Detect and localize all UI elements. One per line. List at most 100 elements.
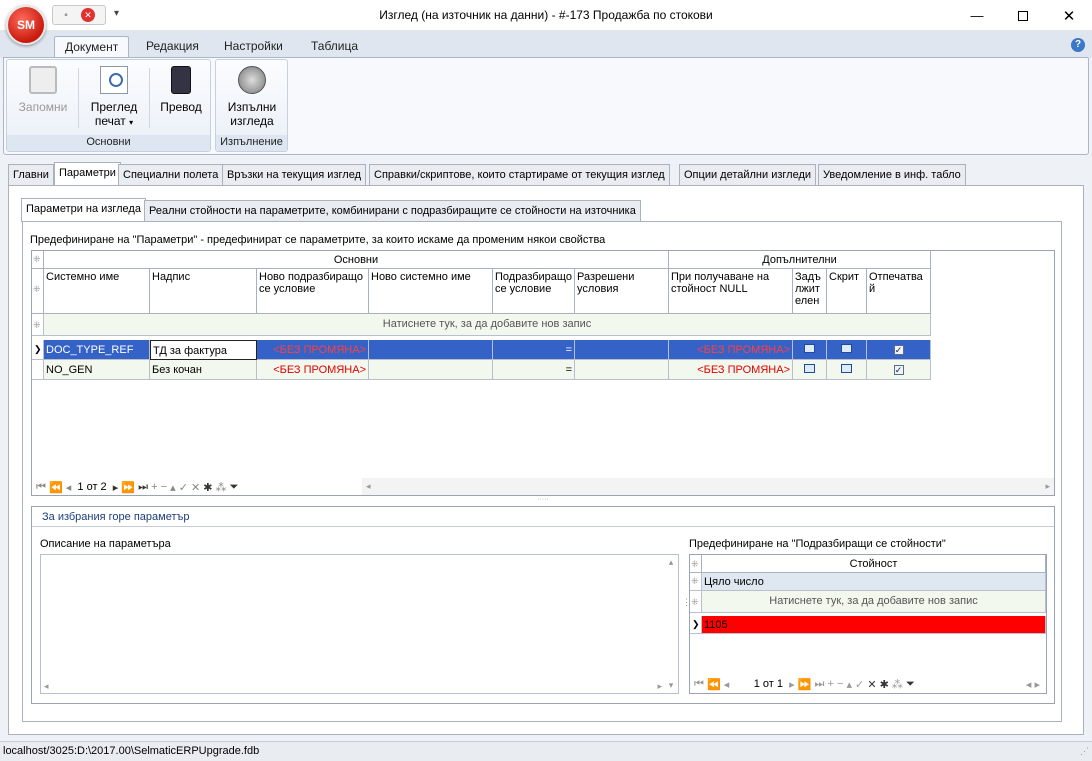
hidden-toggle[interactable] <box>827 360 867 380</box>
tab-special-fields[interactable]: Специални полета <box>118 164 224 185</box>
tab-reports-scripts[interactable]: Справки/скриптове, които стартираме от т… <box>369 164 670 185</box>
nav-filter-icon[interactable]: ⏷ <box>230 481 239 494</box>
maximize-icon[interactable] <box>1000 0 1046 31</box>
description-textarea[interactable]: ▴ ▾ ◂ ▸ <box>40 554 679 694</box>
splitter-grip[interactable]: ····· <box>533 496 553 503</box>
nav-refresh-icon[interactable]: ✱ <box>880 678 889 691</box>
table-cell[interactable]: DOC_TYPE_REF <box>44 340 150 360</box>
grid-navigator[interactable]: ⏮ ⏪ ◂ 1 от 2 ▸ ⏩ ⏭ + − ▴ ✓ ✕ ✱ ⁂ ⏷ <box>32 478 362 496</box>
col-new-system-name[interactable]: Ново системно име <box>369 269 493 314</box>
nav-cancel-icon[interactable]: ✕ <box>867 678 876 691</box>
table-cell[interactable]: = <box>493 360 575 380</box>
nav-delete-icon[interactable]: − <box>161 481 167 493</box>
required-toggle[interactable] <box>793 360 827 380</box>
printed-checkbox[interactable]: ✓ <box>867 360 931 380</box>
col-system-name[interactable]: Системно име <box>44 269 150 314</box>
nav-add-icon[interactable]: + <box>827 678 833 690</box>
group-row[interactable]: Цяло число <box>702 573 1046 591</box>
subtab-real-values[interactable]: Реални стойности на параметрите, комбини… <box>144 200 641 221</box>
nav-prev-page-icon[interactable]: ⏪ <box>49 481 63 494</box>
col-value[interactable]: Стойност <box>702 555 1046 573</box>
scroll-up-icon[interactable]: ▴ <box>664 555 678 568</box>
values-hscroll-arrows[interactable]: ◂ ▸ <box>1026 678 1040 691</box>
nav-bookmark-icon[interactable]: ⁂ <box>892 678 903 691</box>
nav-next-icon[interactable]: ▸ <box>789 678 795 691</box>
ribbon-tab-document[interactable]: Документ <box>54 36 130 58</box>
scroll-left-icon[interactable]: ◂ <box>362 478 371 495</box>
nav-first-icon[interactable]: ⏮ <box>36 481 46 494</box>
nav-post-icon[interactable]: ✓ <box>179 481 188 494</box>
nav-first-icon[interactable]: ⏮ <box>694 678 704 691</box>
hidden-toggle[interactable] <box>827 340 867 360</box>
help-icon[interactable]: ? <box>1071 38 1085 52</box>
minimize-icon[interactable]: — <box>954 0 1000 31</box>
values-navigator[interactable]: ⏮ ⏪ ◂ 1 от 1 ▸ ⏩ ⏭ + − ▴ ✓ ✕ ✱ ⁂ ⏷ ◂ ▸ <box>690 675 1046 693</box>
nav-edit-icon[interactable]: ▴ <box>170 481 176 494</box>
col-default-cond[interactable]: Подразбиращо се условие <box>493 269 575 314</box>
scroll-down-icon[interactable]: ▾ <box>664 680 678 691</box>
grid-hscrollbar[interactable]: ◂ ▸ <box>362 478 1054 495</box>
add-new-row[interactable]: Натиснете тук, за да добавите нов запис <box>44 314 931 336</box>
printed-checkbox[interactable]: ✓ <box>867 340 931 360</box>
execute-view-button[interactable]: Изпълни изгледа <box>220 64 284 128</box>
table-cell[interactable]: NO_GEN <box>44 360 150 380</box>
table-cell[interactable]: Без кочан <box>150 360 257 380</box>
nav-prev-icon[interactable]: ◂ <box>724 678 730 691</box>
parameters-grid[interactable]: ⁜ ⁜ Основни Допълнителни Системно име На… <box>31 250 1055 496</box>
col-printed[interactable]: Отпечатвай <box>867 269 931 314</box>
resize-grip-icon[interactable]: ⋰ <box>1080 742 1089 761</box>
nav-next-page-icon[interactable]: ⏩ <box>121 481 135 494</box>
nav-post-icon[interactable]: ✓ <box>855 678 864 691</box>
nav-next-page-icon[interactable]: ⏩ <box>798 678 812 691</box>
tab-detail-views[interactable]: Опции детайлни изгледи <box>679 164 817 185</box>
required-toggle[interactable] <box>793 340 827 360</box>
tab-parameters[interactable]: Параметри <box>54 162 121 186</box>
col-caption[interactable]: Надпис <box>150 269 257 314</box>
nav-refresh-icon[interactable]: ✱ <box>203 481 212 494</box>
scroll-right-icon[interactable]: ▸ <box>1045 478 1054 495</box>
translate-button[interactable]: Превод <box>153 64 209 114</box>
table-cell[interactable]: <БЕЗ ПРОМЯНА> <box>669 360 793 380</box>
tab-dashboard-notify[interactable]: Уведомление в инф. табло <box>818 164 966 185</box>
nav-edit-icon[interactable]: ▴ <box>846 678 852 691</box>
nav-prev-icon[interactable]: ◂ <box>66 481 72 494</box>
nav-filter-icon[interactable]: ⏷ <box>906 678 915 691</box>
nav-last-icon[interactable]: ⏭ <box>138 481 148 494</box>
app-logo-button[interactable]: SM <box>6 5 46 45</box>
col-allowed-cond[interactable]: Разрешени условия <box>575 269 669 314</box>
table-cell[interactable]: <БЕЗ ПРОМЯНА> <box>257 340 369 360</box>
table-cell[interactable] <box>369 340 493 360</box>
table-cell[interactable] <box>575 340 669 360</box>
desc-vscrollbar[interactable]: ▴ ▾ <box>664 555 678 693</box>
col-new-default-cond[interactable]: Ново подразбиращо се условие <box>257 269 369 314</box>
ribbon-tab-table[interactable]: Таблица <box>301 36 368 58</box>
close-icon[interactable]: ✕ <box>1046 0 1092 31</box>
table-cell[interactable]: = <box>493 340 575 360</box>
nav-cancel-icon[interactable]: ✕ <box>191 481 200 494</box>
col-required[interactable]: Задължителен <box>793 269 827 314</box>
col-hidden[interactable]: Скрит <box>827 269 867 314</box>
save-button[interactable]: Запомни <box>11 64 75 114</box>
table-cell[interactable] <box>369 360 493 380</box>
add-new-value-row[interactable]: Натиснете тук, за да добавите нов запис <box>702 591 1046 613</box>
ribbon-tab-settings[interactable]: Настройки <box>214 36 293 58</box>
tab-main[interactable]: Главни <box>8 164 54 185</box>
desc-hscrollbar[interactable]: ◂ ▸ <box>41 679 665 693</box>
nav-prev-page-icon[interactable]: ⏪ <box>707 678 721 691</box>
grid-corner-icon[interactable]: ⁜ <box>32 251 44 269</box>
ribbon-tab-edit[interactable]: Редакция <box>136 36 209 58</box>
nav-add-icon[interactable]: + <box>151 481 157 493</box>
defaults-grid[interactable]: ⁜ Стойност ⁜ Цяло число ⁜ Натиснете тук,… <box>689 554 1047 694</box>
print-preview-button[interactable]: Преглед печат ▾ <box>81 64 147 130</box>
value-row[interactable]: 1105 <box>702 616 1046 634</box>
nav-bookmark-icon[interactable]: ⁂ <box>216 481 227 494</box>
table-cell[interactable] <box>575 360 669 380</box>
nav-delete-icon[interactable]: − <box>837 678 843 690</box>
tab-view-links[interactable]: Връзки на текущия изглед <box>222 164 366 185</box>
col-on-null[interactable]: При получаване на стойност NULL <box>669 269 793 314</box>
nav-last-icon[interactable]: ⏭ <box>814 678 824 691</box>
nav-next-icon[interactable]: ▸ <box>113 481 119 494</box>
table-cell[interactable]: <БЕЗ ПРОМЯНА> <box>257 360 369 380</box>
table-cell[interactable]: <БЕЗ ПРОМЯНА> <box>669 340 793 360</box>
table-cell[interactable]: ТД за фактура <box>150 340 257 360</box>
